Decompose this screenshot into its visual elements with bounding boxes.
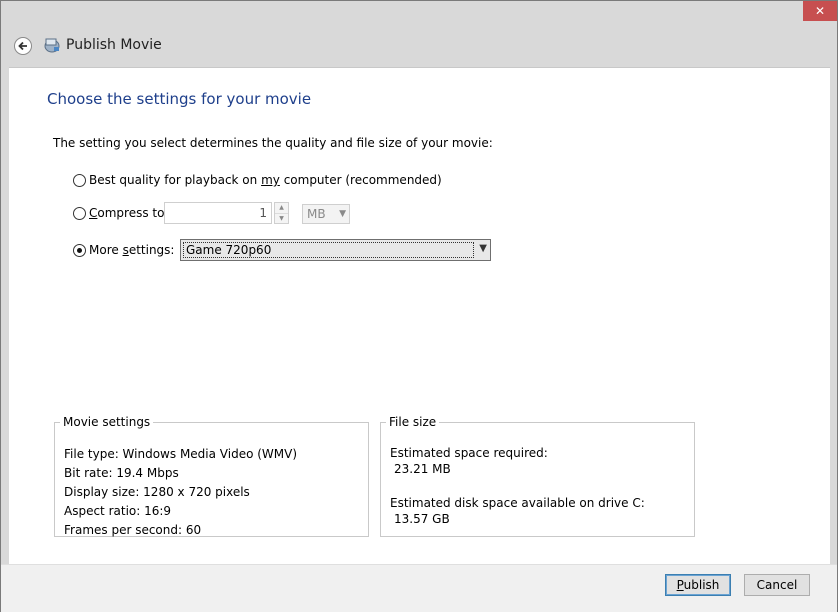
- compress-unit-value: MB: [307, 207, 326, 221]
- movie-settings-group: Movie settings File type: Windows Media …: [54, 415, 369, 537]
- movie-settings-title: Movie settings: [63, 415, 151, 429]
- movie-setting-line: Frames per second: 60: [64, 523, 202, 537]
- option-more-settings[interactable]: More settings:: [73, 243, 174, 257]
- footer-bar: Publish Cancel: [1, 564, 837, 612]
- space-available-label: Estimated disk space available on drive …: [390, 496, 645, 510]
- option-best-quality[interactable]: Best quality for playback on my computer…: [73, 173, 442, 187]
- best-quality-radio[interactable]: [73, 173, 86, 187]
- stepper-down-icon[interactable]: ▼: [275, 213, 288, 224]
- file-size-group: File size Estimated space required: 23.2…: [380, 415, 695, 537]
- more-settings-radio[interactable]: [73, 243, 86, 257]
- movie-setting-line: Bit rate: 19.4 Mbps: [64, 466, 179, 480]
- close-button[interactable]: ✕: [803, 1, 837, 21]
- space-required-value: 23.21 MB: [394, 462, 451, 476]
- chevron-down-icon: ▼: [339, 209, 346, 219]
- content-pane: Choose the settings for your movie The s…: [9, 67, 830, 565]
- compress-size-input[interactable]: 1: [164, 202, 272, 224]
- publish-movie-icon: [44, 38, 60, 53]
- space-required-label: Estimated space required:: [390, 446, 548, 460]
- option-compress[interactable]: Compress to:: [73, 206, 169, 220]
- movie-setting-line: Aspect ratio: 16:9: [64, 504, 172, 518]
- compress-unit-select[interactable]: MB ▼: [302, 204, 350, 224]
- compress-size-stepper[interactable]: ▲ ▼: [274, 202, 289, 224]
- page-heading: Choose the settings for your movie: [47, 90, 312, 108]
- window-title: Publish Movie: [66, 37, 162, 53]
- movie-setting-line: Display size: 1280 x 720 pixels: [64, 485, 250, 499]
- preset-select[interactable]: Game 720p60 ▼: [180, 239, 491, 261]
- back-arrow-icon: [18, 41, 27, 51]
- compress-label: Compress to:: [89, 206, 169, 220]
- space-available-value: 13.57 GB: [394, 512, 450, 526]
- file-size-title: File size: [389, 415, 437, 429]
- movie-setting-line: File type: Windows Media Video (WMV): [64, 447, 298, 461]
- best-quality-label: Best quality for playback on my computer…: [89, 173, 442, 187]
- publish-button[interactable]: Publish: [665, 574, 731, 596]
- compress-radio[interactable]: [73, 206, 86, 220]
- publish-movie-window: ✕ Publish Movie Choose the settings for …: [0, 0, 838, 612]
- cancel-button[interactable]: Cancel: [744, 574, 810, 596]
- preset-select-value: Game 720p60: [183, 242, 474, 258]
- more-settings-label: More settings:: [89, 243, 175, 257]
- file-size-list: Estimated space required: 23.21 MB Estim…: [390, 445, 645, 527]
- back-button[interactable]: [14, 37, 32, 55]
- stepper-up-icon[interactable]: ▲: [275, 203, 288, 213]
- movie-settings-list: File type: Windows Media Video (WMV) Bit…: [64, 445, 297, 540]
- chevron-down-icon: ▼: [479, 243, 487, 254]
- intro-text: The setting you select determines the qu…: [53, 136, 493, 150]
